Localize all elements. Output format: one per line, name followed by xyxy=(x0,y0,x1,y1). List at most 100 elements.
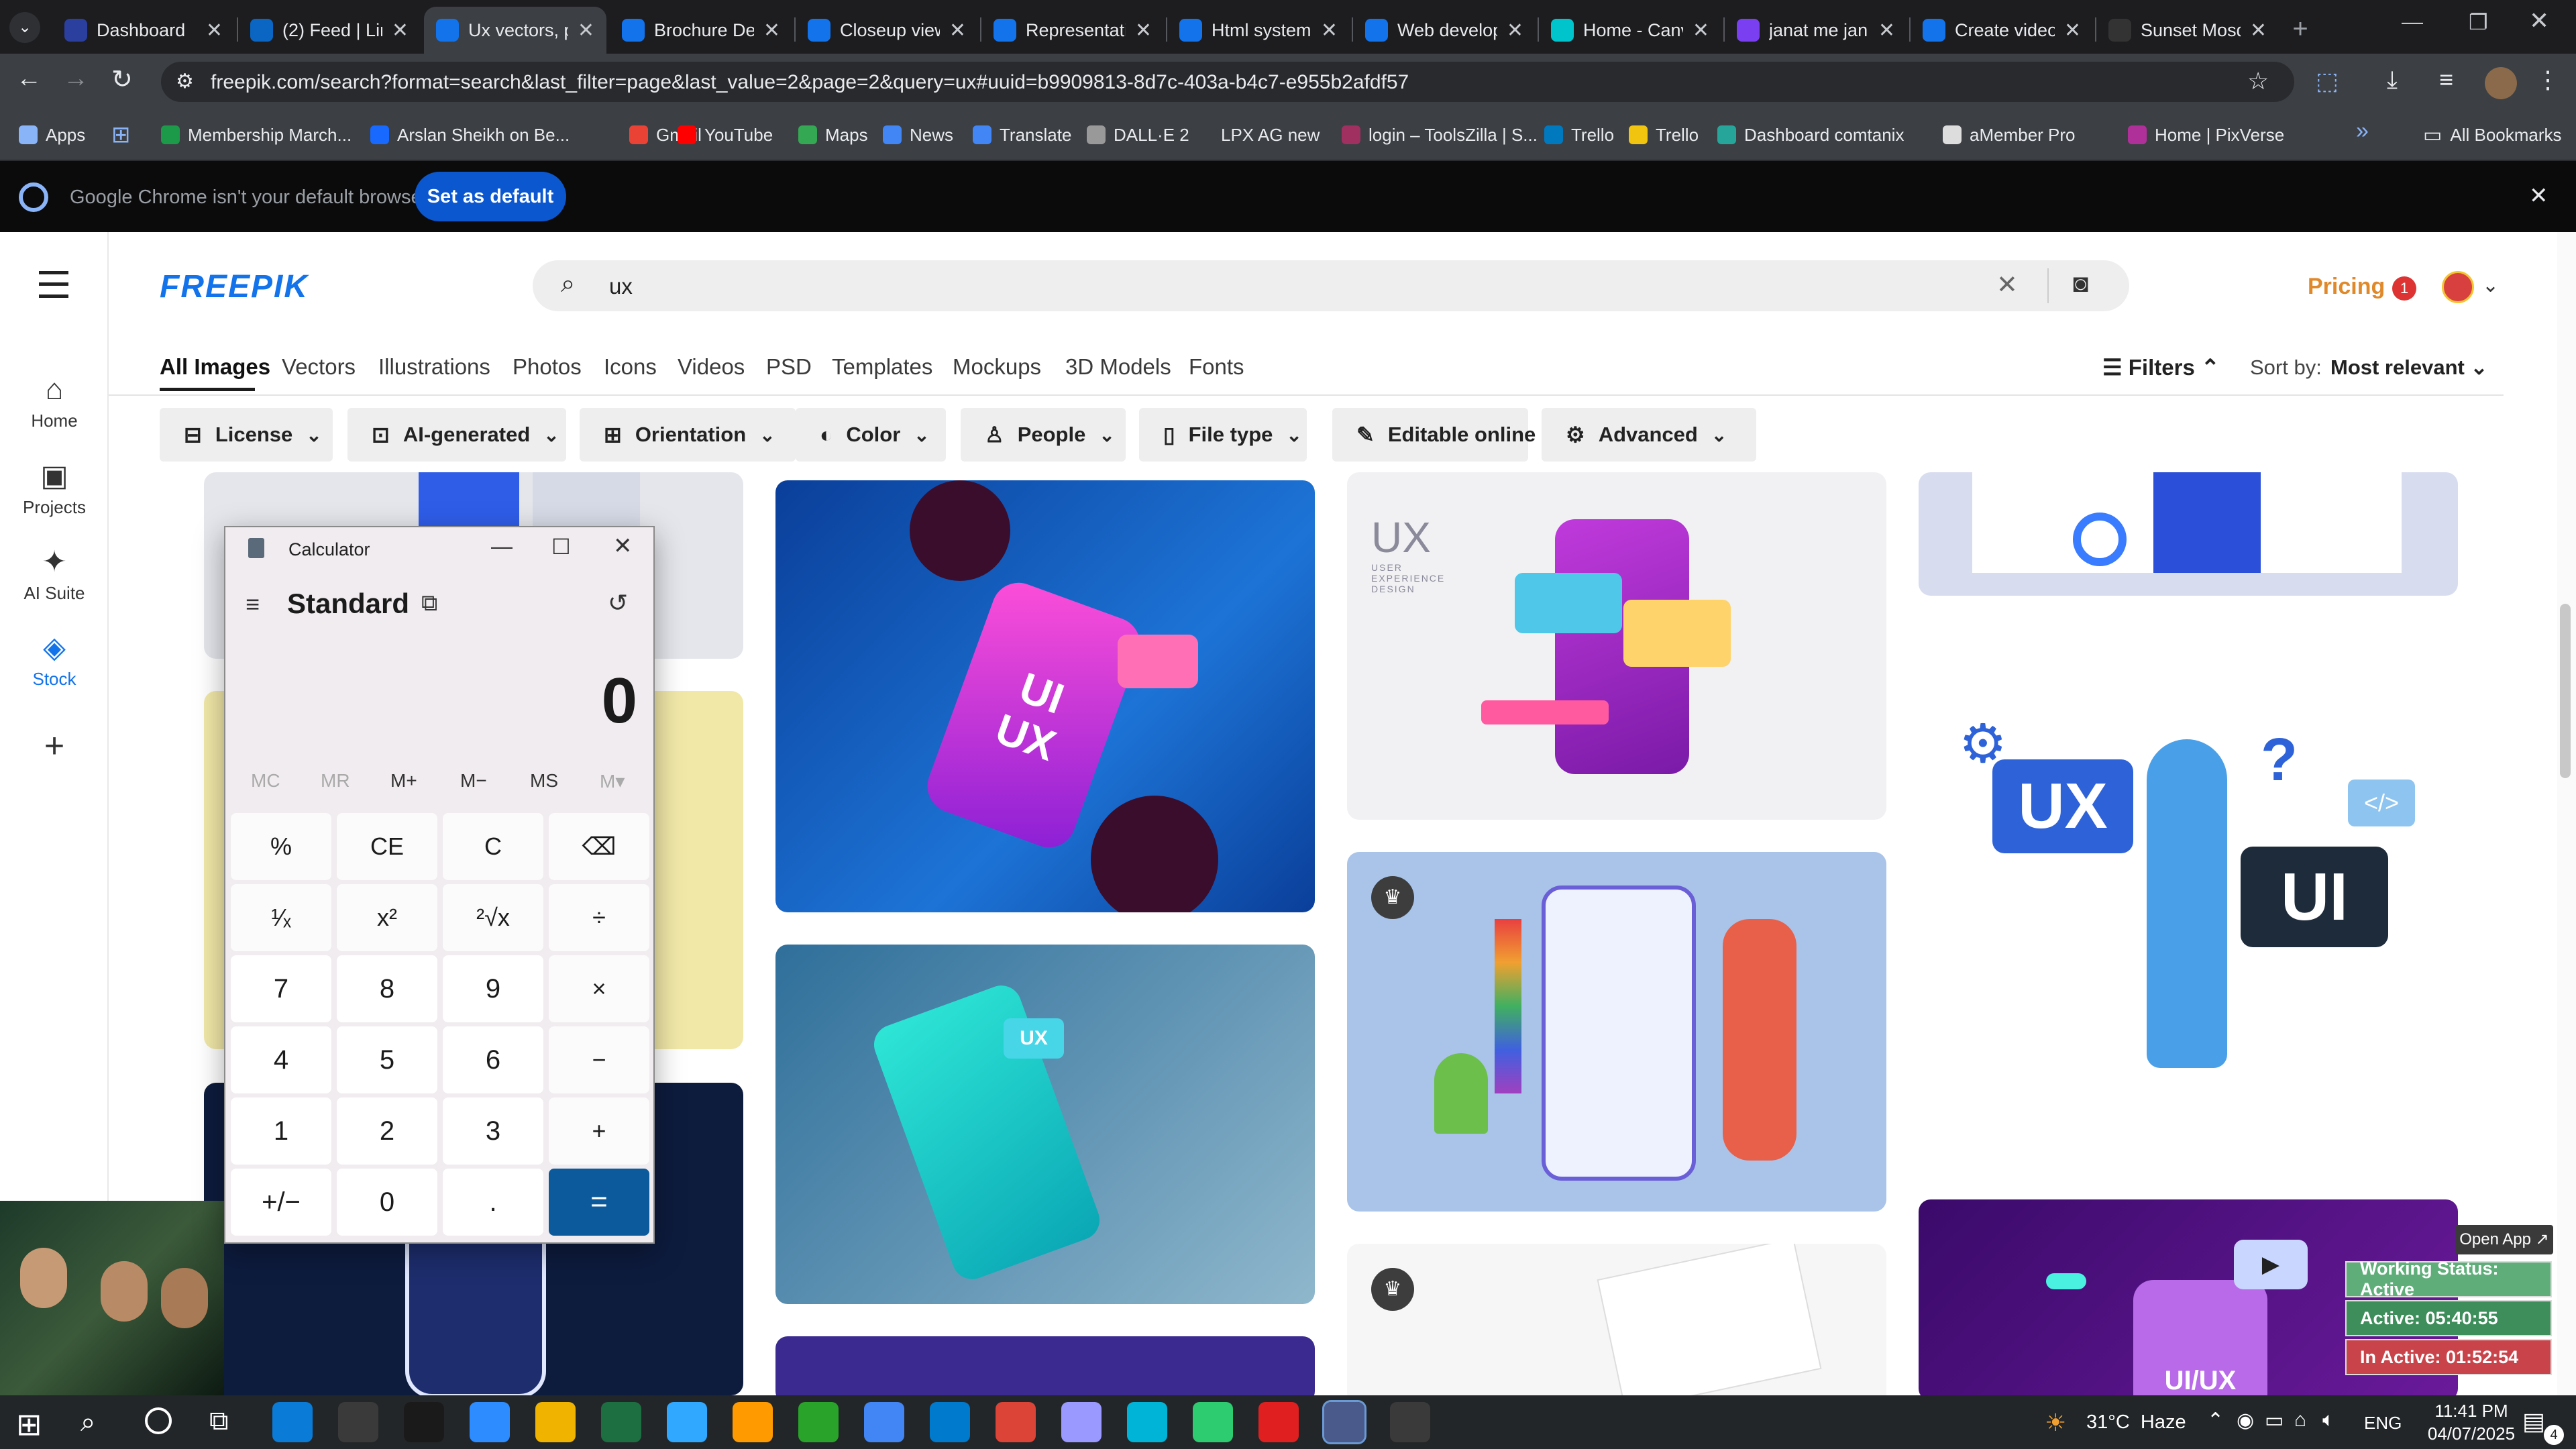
pen-tool-icon[interactable] xyxy=(338,1402,378,1442)
all-bookmarks[interactable]: ▭ All Bookmarks xyxy=(2423,119,2562,150)
browser-tab[interactable]: (2) Feed | LinkedIn ✕ xyxy=(238,7,421,54)
tab-close-icon[interactable]: ✕ xyxy=(2250,19,2267,42)
category-tab[interactable]: Photos xyxy=(513,354,582,380)
download-icon[interactable]: ⤓ xyxy=(2387,66,2398,95)
image-card-ux-ui-woman[interactable]: UX UI ⚙ ? </> xyxy=(1919,679,2458,1135)
category-tab[interactable]: All Images xyxy=(160,354,270,380)
category-tab[interactable]: Templates xyxy=(832,354,932,380)
scrollbar-thumb[interactable] xyxy=(2560,604,2571,778)
profile-avatar[interactable] xyxy=(2485,67,2517,99)
minimize-icon[interactable]: — xyxy=(2402,9,2423,34)
pricing-link[interactable]: Pricing xyxy=(2308,274,2385,300)
calc-minimize-icon[interactable]: — xyxy=(491,534,513,559)
tab-close-icon[interactable]: ✕ xyxy=(392,19,409,42)
bookmark-item[interactable]: Translate xyxy=(973,119,1071,150)
windows-start-icon[interactable]: ⊞ xyxy=(16,1406,42,1442)
image-card-col2-3[interactable] xyxy=(775,1336,1315,1403)
filter-chip[interactable]: ⊞ Orientation ⌄ xyxy=(580,408,796,462)
bookmark-item[interactable]: Membership March... xyxy=(161,119,352,150)
browser-tab[interactable]: Create video ✕ xyxy=(1911,7,2093,54)
keep-on-top-icon[interactable]: ⧉ xyxy=(421,590,437,616)
extensions-icon[interactable]: ⬚ xyxy=(2316,67,2339,95)
calc-key[interactable]: 7 xyxy=(231,955,331,1022)
tab-close-icon[interactable]: ✕ xyxy=(949,19,966,42)
url-text[interactable]: freepik.com/search?format=search&last_fi… xyxy=(211,71,1409,94)
freepik-logo[interactable]: FREEPIK xyxy=(160,268,309,305)
category-tab[interactable]: Icons xyxy=(604,354,657,380)
page-scrollbar[interactable] xyxy=(2557,232,2576,1395)
category-tab[interactable]: Videos xyxy=(678,354,745,380)
user-avatar[interactable] xyxy=(2442,271,2474,303)
calc-key[interactable]: 1 xyxy=(231,1097,331,1165)
filter-chip[interactable]: ✎ Editable online xyxy=(1332,408,1536,462)
tab-close-icon[interactable]: ✕ xyxy=(206,19,223,42)
tab-search-icon[interactable]: ⌄ xyxy=(9,12,40,43)
premiere-icon[interactable] xyxy=(1061,1402,1102,1442)
tab-close-icon[interactable]: ✕ xyxy=(1878,19,1895,42)
bookmark-item[interactable]: Trello xyxy=(1629,119,1699,150)
bookmark-item[interactable]: Arslan Sheikh on Be... xyxy=(370,119,570,150)
app-icon[interactable] xyxy=(798,1402,839,1442)
clock-time[interactable]: 11:41 PM xyxy=(2431,1401,2512,1421)
acrobat-icon[interactable] xyxy=(1258,1402,1299,1442)
image-card-hand-phone[interactable]: UX xyxy=(775,945,1315,1304)
hamburger-icon[interactable] xyxy=(39,271,68,298)
memory-button[interactable]: MS xyxy=(530,770,558,792)
tab-close-icon[interactable]: ✕ xyxy=(2064,19,2081,42)
calc-key[interactable]: + xyxy=(549,1097,649,1165)
image-card-ux-design[interactable]: UX USER EXPERIENCE DESIGN xyxy=(1347,472,1886,820)
weather-text[interactable]: 31°C Haze xyxy=(2086,1411,2186,1434)
browser-tab[interactable]: Html system ✕ xyxy=(1167,7,1350,54)
calc-key[interactable]: 4 xyxy=(231,1026,331,1093)
history-icon[interactable]: ↺ xyxy=(608,589,628,617)
memory-button[interactable]: MR xyxy=(321,770,350,792)
browser-tab[interactable]: Representati ✕ xyxy=(981,7,1164,54)
volume-icon[interactable]: 🔈︎ xyxy=(2322,1409,2334,1432)
memory-button[interactable]: M+ xyxy=(390,770,417,792)
bookmark-item[interactable]: Trello xyxy=(1544,119,1614,150)
calc-key[interactable]: 3 xyxy=(443,1097,543,1165)
browser-tab[interactable]: Closeup view ✕ xyxy=(796,7,978,54)
set-default-button[interactable]: Set as default xyxy=(415,172,566,221)
category-tab[interactable]: Vectors xyxy=(282,354,356,380)
tab-close-icon[interactable]: ✕ xyxy=(578,19,594,42)
calc-key[interactable]: % xyxy=(231,813,331,880)
browser-tab[interactable]: Dashboard ✕ xyxy=(52,7,235,54)
chrome-icon[interactable] xyxy=(864,1402,904,1442)
image-card-wireframe-sketch[interactable]: ♛ xyxy=(1347,1244,1886,1405)
bookmark-item[interactable]: LPX AG new xyxy=(1194,119,1320,150)
task-view-icon[interactable]: ⧉ xyxy=(209,1406,229,1436)
category-tab[interactable]: Mockups xyxy=(953,354,1041,380)
bookmark-item[interactable]: Dashboard comtanix xyxy=(1717,119,1904,150)
memory-button[interactable]: M− xyxy=(460,770,487,792)
video-overlay-thumbnail[interactable] xyxy=(0,1201,224,1395)
calc-key[interactable]: = xyxy=(549,1169,649,1236)
bookmark-item[interactable]: YouTube xyxy=(678,119,773,150)
site-info-icon[interactable]: ⚙ xyxy=(176,70,194,93)
calc-key[interactable]: ⌫ xyxy=(549,813,649,880)
account-chevron-icon[interactable]: ⌄ xyxy=(2482,274,2499,297)
calc-close-icon[interactable]: ✕ xyxy=(613,533,633,559)
tray-app-icon[interactable]: ◉ xyxy=(2237,1409,2254,1432)
category-tab[interactable]: Illustrations xyxy=(378,354,490,380)
calc-key[interactable]: − xyxy=(549,1026,649,1093)
image-card-wireframe-man[interactable]: ♛ xyxy=(1347,852,1886,1212)
camera-search-icon[interactable]: ◙ xyxy=(2073,270,2088,299)
image-card-uiux-phone[interactable]: UI UX xyxy=(775,480,1315,912)
calculator-icon[interactable] xyxy=(1322,1400,1366,1444)
filter-chip[interactable]: ◐ Color ⌄ xyxy=(796,408,946,462)
network-icon[interactable]: ⌂ xyxy=(2294,1409,2306,1432)
browser-tab[interactable]: Web develop ✕ xyxy=(1353,7,1536,54)
filters-toggle[interactable]: ☰ Filters ⌃ xyxy=(2102,354,2220,380)
file-explorer-icon[interactable] xyxy=(535,1402,576,1442)
calc-key[interactable]: 2 xyxy=(337,1097,437,1165)
sidebar-item-stock[interactable]: ◈ Stock xyxy=(0,631,109,690)
calc-key[interactable]: . xyxy=(443,1169,543,1236)
bookmark-apps[interactable]: Apps xyxy=(19,119,85,150)
category-tab[interactable]: PSD xyxy=(766,354,812,380)
browser-tab[interactable]: janat me jan ✕ xyxy=(1725,7,1907,54)
bookmark-item[interactable]: aMember Pro xyxy=(1943,119,2076,150)
browser-tab[interactable]: Home - Canva ✕ xyxy=(1539,7,1721,54)
sidebar-item-home[interactable]: ⌂ Home xyxy=(0,373,109,431)
infobar-close-icon[interactable]: ✕ xyxy=(2529,182,2548,209)
